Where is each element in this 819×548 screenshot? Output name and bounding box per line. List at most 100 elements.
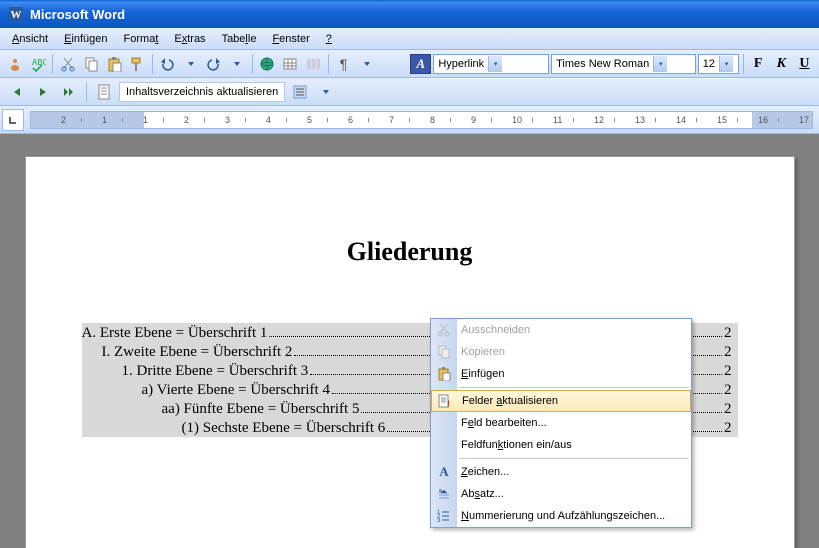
document-area: Gliederung A. Erste Ebene = Überschrift … (0, 134, 819, 548)
ruler-tick: 17 (799, 115, 809, 125)
left-arrow-icon[interactable] (6, 81, 28, 103)
style-A-icon[interactable]: A (410, 54, 431, 74)
svg-text:ABC: ABC (32, 58, 46, 67)
copy-icon (435, 343, 453, 361)
document-heading: Gliederung (82, 237, 738, 267)
update-toc-button[interactable]: Inhaltsverzeichnis aktualisieren (119, 82, 285, 102)
toc-label: aa) Fünfte Ebene = Überschrift 5 (82, 401, 360, 418)
format-painter-icon[interactable] (127, 53, 148, 75)
ctx-bullets-label: Nummerierung und Aufzählungszeichen... (461, 510, 665, 522)
chevron-down-icon[interactable]: ▾ (488, 56, 502, 72)
update-icon: ! (436, 392, 454, 410)
pilcrow-icon[interactable]: ¶ (333, 53, 354, 75)
separator (743, 54, 744, 74)
separator (328, 54, 329, 74)
ruler-tick: 1 (102, 115, 107, 125)
ruler-tick: 2 (61, 115, 66, 125)
ruler-tick: 16 (758, 115, 768, 125)
columns-icon[interactable] (303, 53, 324, 75)
menu-help[interactable]: ? (318, 31, 340, 47)
ctx-copy: Kopieren (431, 341, 691, 363)
separator (459, 387, 689, 388)
ruler-tick: 1 (143, 115, 148, 125)
document-icon[interactable] (93, 81, 115, 103)
bold-button[interactable]: F (748, 53, 769, 75)
svg-text:W: W (11, 9, 22, 21)
redo-dropdown-icon[interactable] (226, 53, 247, 75)
menu-fenster[interactable]: Fenster (264, 31, 317, 47)
ruler-bar: 211234567891011121314151617 (0, 106, 819, 134)
undo-icon[interactable] (157, 53, 178, 75)
ruler-tick: 7 (389, 115, 394, 125)
ruler-margin-left (31, 112, 144, 128)
ruler-tick: 6 (348, 115, 353, 125)
ctx-paste-label: Einfügen (461, 368, 504, 380)
toc-label: 1. Dritte Ebene = Überschrift 3 (82, 363, 309, 380)
svg-text:3: 3 (437, 518, 441, 523)
tab-selector[interactable] (2, 109, 24, 131)
ctx-update-fields-label: Felder aktualisieren (462, 395, 558, 407)
ctx-toggle-field-codes[interactable]: Feldfunktionen ein/aus (431, 434, 691, 456)
separator (52, 54, 53, 74)
underline-button[interactable]: U (794, 53, 815, 75)
ctx-paste[interactable]: Einfügen (431, 363, 691, 385)
toc-label: a) Vierte Ebene = Überschrift 4 (82, 382, 330, 399)
ctx-update-fields[interactable]: ! Felder aktualisieren (431, 390, 691, 412)
table-icon[interactable] (280, 53, 301, 75)
font-combo[interactable]: Times New Roman▾ (551, 54, 696, 74)
ruler-tick: 9 (471, 115, 476, 125)
cut-icon (435, 321, 453, 339)
style-combo[interactable]: Hyperlink▾ (433, 54, 549, 74)
menu-einfuegen[interactable]: Einfügen (56, 31, 115, 47)
toc-label: (1) Sechste Ebene = Überschrift 6 (82, 420, 386, 437)
ctx-cut: Ausschneiden (431, 319, 691, 341)
redo-icon[interactable] (203, 53, 224, 75)
chevron-down-icon[interactable]: ▾ (719, 56, 733, 72)
separator (252, 54, 253, 74)
spellcheck-icon[interactable]: ABC (27, 53, 48, 75)
menu-tabelle[interactable]: Tabelle (214, 31, 265, 47)
ruler-tick: 11 (553, 115, 562, 125)
toolbar-dropdown-icon[interactable] (356, 53, 377, 75)
ctx-toggle-field-codes-label: Feldfunktionen ein/aus (461, 439, 572, 451)
menu-extras[interactable]: Extras (166, 31, 213, 47)
ruler-tick: 2 (184, 115, 189, 125)
cut-icon[interactable] (57, 53, 78, 75)
ruler-tick: 8 (430, 115, 435, 125)
chevron-down-icon[interactable]: ▾ (653, 56, 667, 72)
undo-dropdown-icon[interactable] (180, 53, 201, 75)
ruler-tick: 14 (676, 115, 686, 125)
bullets-icon: 123 (435, 507, 453, 525)
toc-page-number: 2 (724, 363, 738, 380)
menu-bar: Ansicht Einfügen Format Extras Tabelle F… (0, 28, 819, 50)
ruler-tick: 10 (512, 115, 522, 125)
ruler-tick: 15 (717, 115, 727, 125)
tool-unknown-1[interactable] (4, 53, 25, 75)
toc-settings-icon[interactable] (289, 81, 311, 103)
horizontal-ruler[interactable]: 211234567891011121314151617 (30, 111, 813, 129)
ruler-tick: 13 (635, 115, 645, 125)
ruler-tick: 4 (266, 115, 271, 125)
separator (459, 458, 689, 459)
menu-format[interactable]: Format (116, 31, 167, 47)
paste-icon[interactable] (104, 53, 125, 75)
toc-page-number: 2 (724, 325, 738, 342)
fontsize-combo[interactable]: 12▾ (698, 54, 739, 74)
toc-page-number: 2 (724, 344, 738, 361)
ctx-edit-field[interactable]: Feld bearbeiten... (431, 412, 691, 434)
ctx-bullets[interactable]: 123 Nummerierung und Aufzählungszeichen.… (431, 505, 691, 527)
hyperlink-icon[interactable] (256, 53, 277, 75)
ctx-font[interactable]: A Zeichen... (431, 461, 691, 483)
copy-icon[interactable] (80, 53, 101, 75)
toolbar2-dropdown-icon[interactable] (315, 81, 337, 103)
ctx-edit-field-label: Feld bearbeiten... (461, 417, 547, 429)
toc-label: I. Zweite Ebene = Überschrift 2 (82, 344, 293, 361)
menu-ansicht[interactable]: Ansicht (4, 31, 56, 47)
ctx-paragraph[interactable]: Absatz... (431, 483, 691, 505)
paragraph-icon (435, 485, 453, 503)
font-A-icon: A (435, 463, 453, 481)
double-right-arrow-icon[interactable] (58, 81, 80, 103)
italic-button[interactable]: K (771, 53, 792, 75)
right-arrow-icon[interactable] (32, 81, 54, 103)
toc-page-number: 2 (724, 401, 738, 418)
